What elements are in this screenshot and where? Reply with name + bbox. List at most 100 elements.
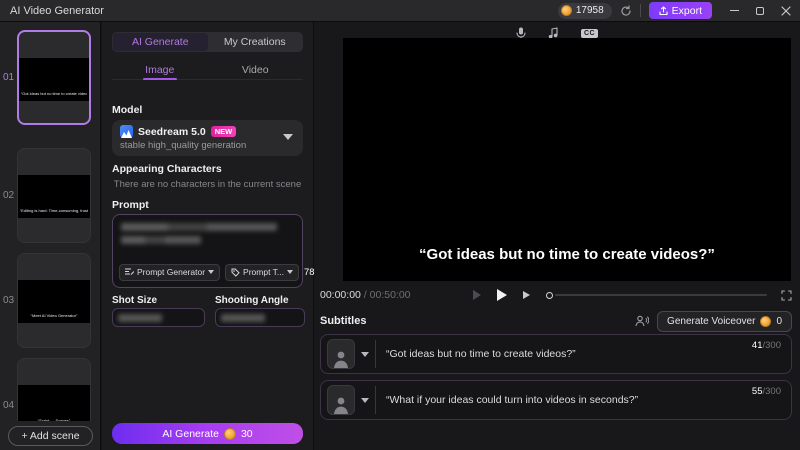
- ai-generate-button[interactable]: AI Generate 30: [112, 423, 303, 444]
- model-dropdown[interactable]: Seedream 5.0 NEW stable high_quality gen…: [112, 120, 303, 156]
- scene-number: 02: [3, 190, 15, 201]
- characters-empty-text: There are no characters in the current s…: [113, 179, 302, 190]
- ai-video-generator-window: AI Video Generator 17958 Export 01 “Got …: [0, 0, 800, 450]
- scene-thumbnail-card[interactable]: “Meet AI Video Generator”: [17, 253, 91, 348]
- prompt-generator-button[interactable]: Prompt Generator: [119, 263, 221, 281]
- add-scene-button[interactable]: + Add scene: [8, 425, 93, 446]
- scene-item-03: 03 “Meet AI Video Generator”: [0, 253, 100, 348]
- coin-icon: [223, 427, 236, 440]
- close-icon: [781, 5, 791, 16]
- window-controls: [728, 5, 792, 17]
- media-type-tabs: Image Video: [112, 60, 303, 80]
- list-edit-icon: [125, 268, 134, 275]
- tab-my-creations[interactable]: My Creations: [208, 33, 303, 51]
- close-button[interactable]: [780, 5, 792, 17]
- export-button[interactable]: Export: [648, 2, 712, 19]
- voice-avatar[interactable]: [327, 385, 355, 415]
- chevron-down-icon: [208, 270, 215, 274]
- shooting-angle-value-redacted: [221, 313, 265, 322]
- voiceover-cost: 0: [776, 315, 782, 327]
- seek-slider[interactable]: [545, 291, 767, 299]
- export-icon: [659, 5, 668, 16]
- subtitles-actions: Generate Voiceover 0: [635, 310, 792, 332]
- scene-thumbnail: “Meet AI Video Generator”: [18, 280, 90, 323]
- scene-item-01: 01 “Got ideas but no time to create vide…: [0, 30, 100, 125]
- shot-size-label: Shot Size: [112, 295, 158, 306]
- play-icon[interactable]: [496, 289, 507, 301]
- refresh-icon[interactable]: [620, 4, 632, 17]
- generate-voiceover-label: Generate Voiceover: [667, 315, 756, 327]
- tag-icon: [231, 268, 240, 277]
- credits-badge[interactable]: 17958: [557, 2, 612, 19]
- subtitle-text[interactable]: “Got ideas but no time to create videos?…: [386, 348, 785, 360]
- next-scene-icon[interactable]: [522, 291, 530, 299]
- add-scene-bar: + Add scene: [0, 421, 100, 450]
- seedream-logo-icon: [120, 125, 133, 138]
- model-label: Model: [112, 104, 143, 116]
- timecode: 00:00:00 / 00:50:00: [320, 289, 411, 301]
- maximize-button[interactable]: [754, 5, 766, 17]
- titlebar-divider: [639, 4, 641, 17]
- ai-generate-cost: 30: [240, 427, 253, 440]
- prompt-text-redacted: [121, 223, 277, 231]
- person-icon: [334, 351, 348, 368]
- coin-icon: [760, 315, 772, 327]
- shot-size-value-redacted: [118, 313, 162, 322]
- subtitles-header: Subtitles Generate Voiceover 0: [320, 310, 792, 332]
- transport-buttons: [472, 289, 530, 301]
- scene-caption: “Meet AI Video Generator”: [30, 313, 78, 318]
- seek-knob[interactable]: [545, 291, 553, 299]
- maximize-icon: [756, 6, 764, 15]
- prompt-label: Prompt: [112, 199, 149, 211]
- video-subtitle-overlay: “Got ideas but no time to create videos?…: [419, 246, 715, 263]
- fullscreen-icon[interactable]: [781, 289, 792, 301]
- prompt-input[interactable]: Prompt Generator Prompt T... 78/2000: [112, 214, 338, 288]
- shooting-angle-input[interactable]: [215, 308, 305, 327]
- prompt-templates-label: Prompt T...: [243, 267, 284, 277]
- model-name: Seedream 5.0: [138, 125, 206, 138]
- shot-size-input[interactable]: [112, 308, 205, 327]
- scene-thumbnail-card[interactable]: “Editing is hard: Time-consuming, frustr…: [17, 148, 91, 243]
- seek-track: [554, 294, 767, 296]
- previous-scene-icon[interactable]: [472, 290, 481, 300]
- row-divider: [375, 340, 376, 368]
- minimize-icon: [729, 9, 739, 12]
- subtitle-row: “Got ideas but no time to create videos?…: [320, 334, 792, 374]
- prompt-templates-button[interactable]: Prompt T...: [225, 263, 299, 281]
- titlebar-actions: 17958 Export: [557, 2, 800, 19]
- subtitle-text[interactable]: “What if your ideas could turn into vide…: [386, 394, 785, 406]
- coin-icon: [560, 5, 572, 16]
- video-preview[interactable]: “Got ideas but no time to create videos?…: [343, 38, 791, 281]
- model-subtitle: stable high_quality generation: [120, 140, 247, 151]
- subtitle-char-counter: 41/300: [751, 340, 781, 351]
- subtab-image[interactable]: Image: [112, 60, 208, 79]
- new-badge: NEW: [210, 126, 237, 137]
- scene-thumbnail: “Editing is hard: Time-consuming, frustr…: [18, 175, 90, 218]
- voice-settings-icon[interactable]: [635, 315, 650, 327]
- voice-dropdown-icon[interactable]: [361, 397, 369, 403]
- voice-avatar[interactable]: [327, 339, 355, 369]
- prompt-generator-label: Prompt Generator: [137, 267, 206, 277]
- scene-item-02: 02 “Editing is hard: Time-consuming, fru…: [0, 148, 100, 243]
- generation-panel: AI Generate My Creations Image Video Mod…: [102, 22, 338, 450]
- tab-ai-generate[interactable]: AI Generate: [113, 33, 208, 51]
- ai-generate-label: AI Generate: [162, 427, 219, 440]
- generate-voiceover-button[interactable]: Generate Voiceover 0: [657, 310, 792, 332]
- scene-number: 04: [3, 400, 15, 411]
- subtitles-cc-icon[interactable]: CC: [581, 28, 598, 38]
- export-label: Export: [671, 4, 702, 17]
- prompt-toolbar: Prompt Generator Prompt T... 78/2000: [119, 263, 338, 281]
- preview-panel: CC “Got ideas but no time to create vide…: [314, 22, 800, 450]
- subtab-video[interactable]: Video: [208, 60, 304, 79]
- scene-sidebar: 01 “Got ideas but no time to create vide…: [0, 22, 101, 450]
- shooting-angle-label: Shooting Angle: [215, 295, 289, 306]
- subtitle-char-counter: 55/300: [751, 386, 781, 397]
- scene-caption: “Editing is hard: Time-consuming, frustr…: [19, 208, 89, 213]
- minimize-button[interactable]: [728, 5, 740, 17]
- credits-count: 17958: [575, 5, 604, 16]
- scene-thumbnail-card[interactable]: “Got ideas but no time to create videos?…: [17, 30, 91, 125]
- person-icon: [334, 397, 348, 414]
- voice-dropdown-icon[interactable]: [361, 351, 369, 357]
- chevron-down-icon: [283, 134, 293, 140]
- scene-thumbnail: “Got ideas but no time to create videos?…: [19, 58, 89, 101]
